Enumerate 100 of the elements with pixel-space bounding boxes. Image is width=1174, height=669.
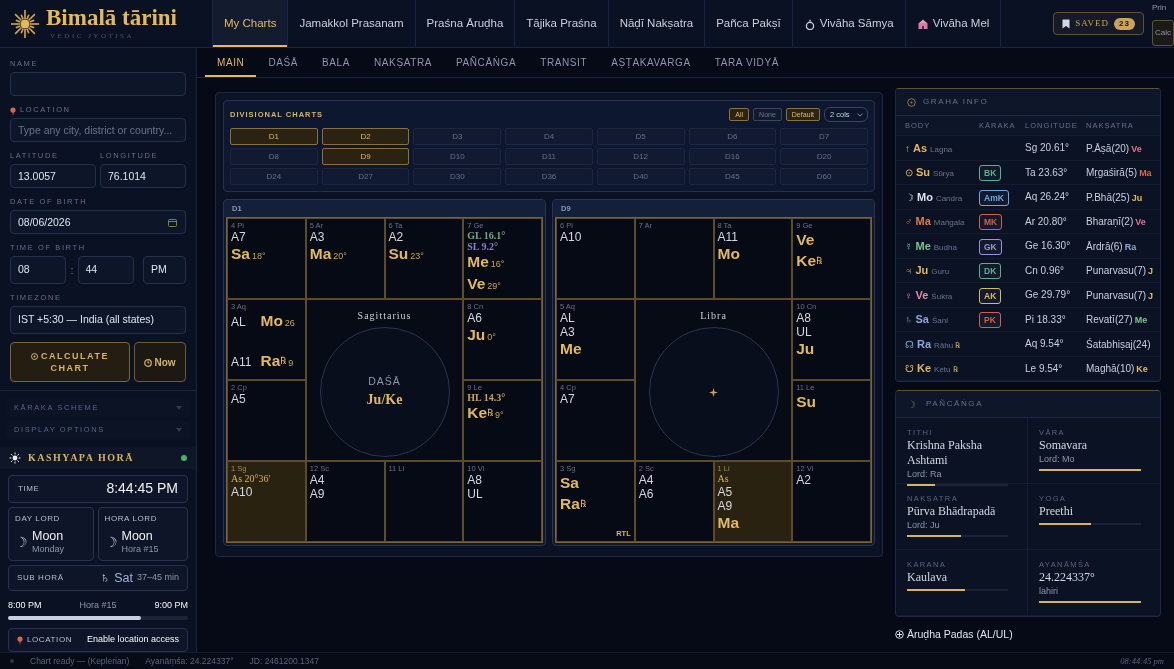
planet-abbr: Sa — [915, 313, 929, 325]
building-icon — [916, 17, 929, 30]
pada-label: A8 — [467, 473, 483, 487]
dasha-value: Ju/Ke — [366, 391, 403, 410]
chart-option[interactable]: D40 — [596, 168, 685, 185]
planet-abbr: Ra — [917, 337, 932, 350]
nakshatra-value: Śatabhiṣaj(24) — [1086, 338, 1151, 350]
chart-option[interactable]: D12 — [596, 148, 685, 165]
name-field[interactable] — [10, 72, 186, 96]
chart-option[interactable]: D30 — [413, 168, 502, 185]
now-button[interactable]: Now — [134, 342, 186, 382]
enable-location-link[interactable]: Enable location access — [86, 633, 179, 647]
retrograde-mark: ℞ — [816, 255, 823, 266]
date-field[interactable]: 08/06/2026 — [10, 210, 186, 234]
pada-label: A9 — [309, 487, 326, 501]
chart-option[interactable]: D2 — [321, 128, 410, 145]
meridiem-select[interactable]: PM — [143, 256, 186, 284]
longitude-value: Aq 26.24° — [1025, 190, 1071, 205]
chart-option[interactable]: D24 — [230, 168, 318, 185]
chart-option[interactable]: D16 — [688, 148, 777, 165]
pada-label: A3 — [560, 325, 576, 339]
status-text: Ayanāṃśa: 24.224337° — [145, 654, 234, 668]
planet-name: Guru — [931, 267, 950, 276]
planet-label: Ve — [467, 275, 486, 292]
chart-option[interactable]: D5 — [596, 128, 685, 145]
section-tab[interactable]: TRANSIT — [528, 48, 600, 77]
card-title: GRAHA INFO — [923, 96, 989, 108]
planet-symbol: ☋ — [905, 363, 914, 374]
timezone-select[interactable]: IST +5:30 — India (all states) — [10, 306, 186, 334]
saved-button[interactable]: SAVED 23 — [1053, 12, 1144, 35]
planet-name: Candra — [935, 193, 963, 203]
ring-icon — [803, 17, 816, 30]
hora-number: Hora #15 — [79, 598, 117, 612]
chart-option[interactable]: D9 — [321, 148, 410, 165]
chart-option[interactable]: D27 — [321, 168, 410, 185]
section-tab[interactable]: TARA VIDYĀ — [702, 48, 791, 77]
section-tab[interactable]: MAIN — [205, 48, 257, 77]
planet-abbr: Ke — [917, 362, 932, 374]
location-field[interactable]: Type any city, district or country... — [10, 118, 186, 142]
planet-name: Lagna — [930, 144, 953, 154]
chart-option[interactable]: D3 — [413, 128, 502, 145]
chart-option[interactable]: D8 — [230, 148, 318, 165]
plus-circle-icon[interactable] — [895, 630, 904, 640]
chart-option[interactable]: D7 — [780, 128, 868, 145]
nav-tab[interactable]: Tājika Praśna — [515, 0, 609, 47]
ascendant-label: As — [717, 473, 730, 485]
nav-tab[interactable]: Vivāha Sāmya — [792, 0, 906, 47]
longitude-value: Ge 16.30° — [1025, 239, 1072, 254]
chart-option[interactable]: D36 — [505, 168, 593, 185]
chart-option[interactable]: D11 — [505, 148, 593, 165]
arudha-toggle-label[interactable]: Āruḍha Padas (AL/UL) — [907, 627, 1013, 643]
chart-option[interactable]: D6 — [688, 128, 777, 145]
karaka-badge: AmK — [979, 189, 1009, 206]
retrograde-mark: ℞ — [952, 365, 958, 374]
planet-label: Ve — [796, 231, 815, 248]
status-text: JD: 2461200.1347 — [249, 654, 319, 668]
calculate-chart-button[interactable]: CALCULATE CHART — [10, 342, 130, 382]
planet-label: Ma — [717, 514, 740, 531]
nav-tab[interactable]: Pañca Pakṣī — [705, 0, 793, 47]
nakshatra-lord: Ve — [1131, 143, 1142, 154]
sun-symbol-icon — [907, 97, 916, 107]
hora-start: 8:00 PM — [8, 598, 42, 612]
moon-symbol: ☽ — [104, 532, 118, 552]
section-tab[interactable]: BALA — [310, 48, 363, 77]
nav-tab[interactable]: Jamakkol Prasanam — [288, 0, 416, 47]
section-tab[interactable]: AṢṬAKAVARGA — [599, 48, 703, 77]
hour-select[interactable]: 08 — [10, 256, 67, 284]
nakshatra-value: P.Bhā(25) — [1086, 191, 1130, 203]
chart-option[interactable]: D4 — [505, 128, 593, 145]
planet-degree: 18° — [251, 251, 266, 261]
sub-hora-range: 37–45 min — [136, 570, 179, 584]
section-tab[interactable]: PAÑCĀṄGA — [444, 48, 529, 77]
latitude-field[interactable]: 13.0057 — [10, 164, 96, 188]
section-tab[interactable]: DAŚĀ — [256, 48, 311, 77]
time-label: TIME — [18, 482, 40, 495]
clipped-button[interactable]: Calc — [1152, 20, 1174, 46]
nav-tab[interactable]: Praśna Āruḍha — [415, 0, 516, 47]
karaka-badge: AK — [979, 287, 1002, 304]
nakshatra-lord: Ma — [1139, 168, 1152, 178]
brand-title: Bimalā tārini — [46, 5, 177, 29]
nav-tab[interactable]: Vivāha Mel — [905, 0, 1002, 47]
caret-icon — [176, 405, 182, 410]
minute-select[interactable]: 44 — [77, 256, 134, 284]
chart-option[interactable]: D1 — [230, 128, 318, 145]
nakshatra-lord: J — [1148, 290, 1154, 301]
section-tab[interactable]: NAKṢATRA — [362, 48, 444, 77]
bookmark-icon — [1062, 18, 1071, 29]
chart-option[interactable]: D10 — [413, 148, 502, 165]
nav-tab[interactable]: My Charts — [213, 0, 289, 47]
chart-option[interactable]: D20 — [780, 148, 868, 165]
target-icon — [31, 353, 39, 361]
chart-option[interactable]: D60 — [780, 168, 868, 185]
pada-label: A9 — [717, 499, 734, 513]
chart-option[interactable]: D45 — [688, 168, 777, 185]
planet-abbr: Ma — [915, 215, 931, 227]
nav-tab[interactable]: Nāḍī Nakṣatra — [608, 0, 706, 47]
longitude-field[interactable]: 76.1014 — [100, 164, 186, 188]
pada-label: A2 — [388, 230, 405, 244]
planet-degree: 16° — [490, 259, 505, 269]
planet-abbr: Ju — [915, 264, 929, 276]
